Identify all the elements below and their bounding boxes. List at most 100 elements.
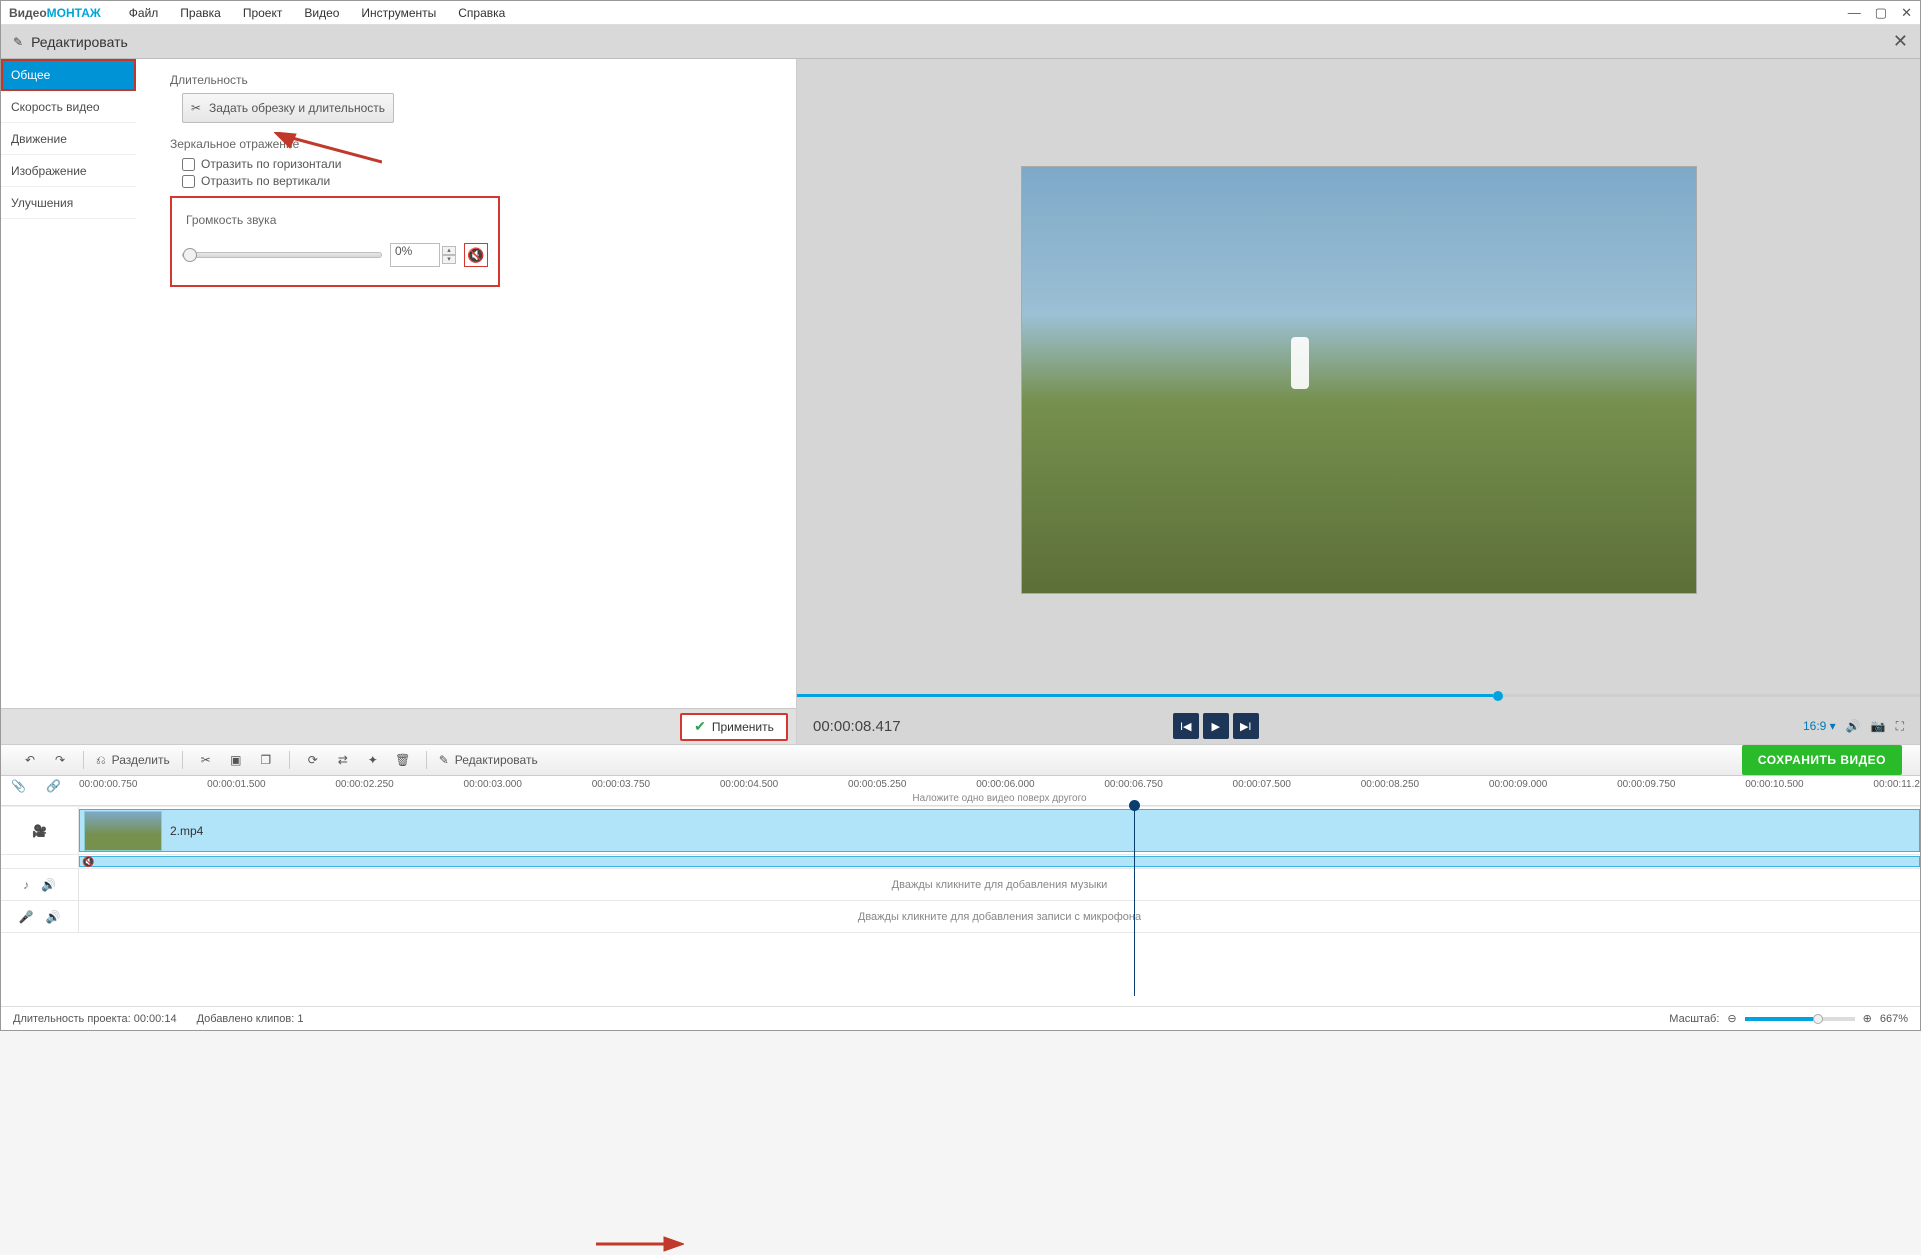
pin-icon[interactable]: 📎 <box>11 779 26 793</box>
flip-vertical-checkbox[interactable] <box>182 175 195 188</box>
set-crop-duration-button[interactable]: ✂ Задать обрезку и длительность <box>182 93 394 123</box>
redo-button[interactable]: ↷ <box>49 749 71 771</box>
close-window-button[interactable]: ✕ <box>1901 5 1912 21</box>
menu-help[interactable]: Справка <box>458 6 505 20</box>
video-track-icon: 🎥 <box>32 824 47 838</box>
annotation-arrow-apply <box>596 1233 684 1255</box>
tab-image[interactable]: Изображение <box>1 155 136 187</box>
menu-video[interactable]: Видео <box>304 6 339 20</box>
volume-value-input[interactable]: 0% <box>390 243 440 267</box>
volume-icon[interactable]: 🔊 <box>1846 719 1861 733</box>
audio-subtrack: 🔇 <box>1 855 1920 869</box>
rotate-button[interactable]: ⟳ <box>302 749 324 771</box>
timecode: 00:00:08.417 <box>813 718 901 735</box>
delete-button[interactable]: 🗑 <box>392 749 414 771</box>
fullscreen-icon[interactable]: ⛶ <box>1896 719 1904 734</box>
video-track: 🎥 2.mp4 <box>1 807 1920 855</box>
timeline-toolbar: ↶ ↷ ⎌ Разделить ✂ ▣ ❐ ⟳ ⇄ ✦ 🗑 ✎ Редактир… <box>1 744 1920 776</box>
mirror-label: Зеркальное отражение <box>170 137 762 151</box>
brand-prefix: Видео <box>9 6 47 20</box>
overlay-hint: Наложите одно видео поверх другого <box>79 793 1920 804</box>
annotation-arrow-general <box>274 132 382 168</box>
split-icon: ⎌ <box>96 753 106 768</box>
apply-button[interactable]: ✔ Применить <box>680 713 788 741</box>
aspect-ratio-selector[interactable]: 16:9 ▾ <box>1803 719 1836 733</box>
duration-label: Длительность <box>170 73 762 87</box>
editor-title: Редактировать <box>31 34 128 50</box>
copy-button[interactable]: ❐ <box>255 749 277 771</box>
save-video-button[interactable]: СОХРАНИТЬ ВИДЕО <box>1742 745 1902 775</box>
brand: ВидеоМОНТАЖ <box>9 6 101 20</box>
checkmark-icon: ✔ <box>694 718 706 735</box>
volume-slider[interactable] <box>182 252 382 258</box>
music-icon: ♪ <box>23 878 29 892</box>
music-volume-icon[interactable]: 🔊 <box>41 878 56 892</box>
undo-button[interactable]: ↶ <box>19 749 41 771</box>
zoom-label: Масштаб: <box>1669 1013 1719 1025</box>
menu-tools[interactable]: Инструменты <box>361 6 436 20</box>
mic-volume-icon[interactable]: 🔊 <box>46 910 61 924</box>
preview-progress[interactable] <box>797 690 1920 700</box>
zoom-slider[interactable] <box>1745 1017 1855 1021</box>
zoom-value: 667% <box>1880 1013 1908 1025</box>
clip-filename: 2.mp4 <box>170 824 203 838</box>
menu-file[interactable]: Файл <box>129 6 159 20</box>
edit-sidebar: Общее Скорость видео Движение Изображени… <box>1 59 136 708</box>
preview-area <box>797 59 1920 680</box>
flip-vertical-label: Отразить по вертикали <box>201 174 330 188</box>
crop-button-label: Задать обрезку и длительность <box>209 101 385 115</box>
link-icon[interactable]: 🔗 <box>46 779 61 793</box>
timeline-ruler[interactable]: 📎 🔗 00:00:00.750 00:00:01.500 00:00:02.2… <box>1 776 1920 806</box>
apply-label: Применить <box>712 720 774 734</box>
menu-edit[interactable]: Правка <box>180 6 221 20</box>
volume-down-button[interactable]: ▾ <box>442 255 456 264</box>
edit-clip-button[interactable]: ✎ Редактировать <box>439 753 538 767</box>
music-placeholder[interactable]: Дважды кликните для добавления музыки <box>79 869 1920 900</box>
flip-button[interactable]: ⇄ <box>332 749 354 771</box>
tab-general[interactable]: Общее <box>1 59 136 91</box>
flip-horizontal-checkbox[interactable] <box>182 158 195 171</box>
mic-placeholder[interactable]: Дважды кликните для добавления записи с … <box>79 901 1920 932</box>
play-button[interactable]: ▶ <box>1203 713 1229 739</box>
editor-header: ✎ Редактировать ✕ <box>1 25 1920 59</box>
prev-frame-button[interactable]: I◀ <box>1173 713 1199 739</box>
tab-speed[interactable]: Скорость видео <box>1 91 136 123</box>
mic-icon: 🎤 <box>19 910 34 924</box>
tab-motion[interactable]: Движение <box>1 123 136 155</box>
menubar: ВидеоМОНТАЖ Файл Правка Проект Видео Инс… <box>1 1 1920 25</box>
maximize-button[interactable]: ▢ <box>1875 5 1887 21</box>
brand-suffix: МОНТАЖ <box>47 6 101 20</box>
clip-mute-icon: 🔇 <box>82 857 94 868</box>
tab-enhance[interactable]: Улучшения <box>1 187 136 219</box>
video-clip[interactable]: 2.mp4 <box>79 809 1920 852</box>
pencil-icon: ✎ <box>439 753 449 767</box>
volume-label: Громкость звука <box>182 213 280 227</box>
menu-project[interactable]: Проект <box>243 6 283 20</box>
apply-bar: ✔ Применить <box>1 708 796 744</box>
mute-icon: 🔇 <box>467 247 484 264</box>
minimize-button[interactable]: — <box>1848 5 1861 21</box>
edit-label: Редактировать <box>455 753 538 767</box>
audio-clip[interactable]: 🔇 <box>79 856 1920 867</box>
split-button[interactable]: ⎌ Разделить <box>96 753 170 768</box>
clip-count: Добавлено клипов: 1 <box>197 1013 304 1025</box>
snapshot-icon[interactable]: 📷 <box>1871 719 1886 733</box>
zoom-out-button[interactable]: ⊖ <box>1727 1012 1736 1025</box>
next-frame-button[interactable]: ▶I <box>1233 713 1259 739</box>
zoom-in-button[interactable]: ⊕ <box>1863 1012 1872 1025</box>
crop-button[interactable]: ▣ <box>225 749 247 771</box>
split-label: Разделить <box>112 753 170 767</box>
cut-button[interactable]: ✂ <box>195 749 217 771</box>
close-panel-button[interactable]: ✕ <box>1893 31 1908 52</box>
mic-track: 🎤 🔊 Дважды кликните для добавления записи… <box>1 901 1920 933</box>
volume-up-button[interactable]: ▴ <box>442 246 456 255</box>
volume-group-highlight: Громкость звука 0% ▴ ▾ 🔇 <box>170 196 500 287</box>
status-bar: Длительность проекта: 00:00:14 Добавлено… <box>1 1006 1920 1030</box>
playhead[interactable] <box>1134 806 1135 996</box>
effects-button[interactable]: ✦ <box>362 749 384 771</box>
preview-frame <box>1021 166 1697 594</box>
clip-thumbnail <box>84 811 162 851</box>
mute-button[interactable]: 🔇 <box>464 243 488 267</box>
edit-icon: ✎ <box>13 35 23 49</box>
timeline: 📎 🔗 00:00:00.750 00:00:01.500 00:00:02.2… <box>1 776 1920 1006</box>
